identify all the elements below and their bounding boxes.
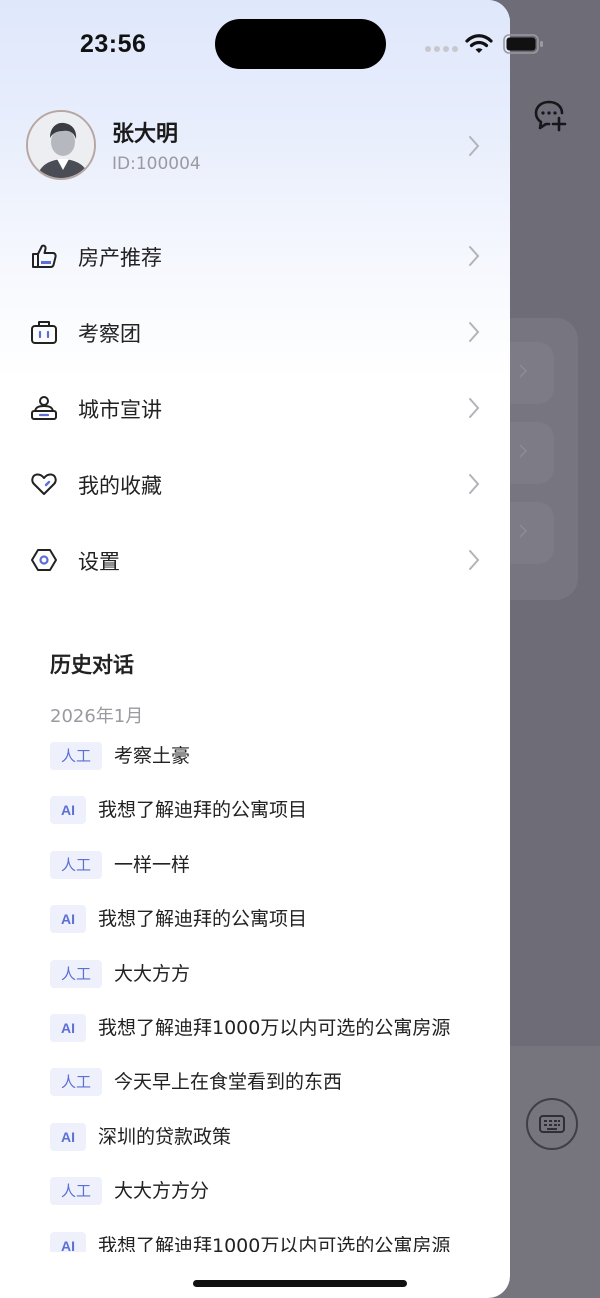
- history-item[interactable]: 人工 今天早上在食堂看到的东西: [50, 1064, 490, 1118]
- profile-row[interactable]: 张大明 ID:100004: [26, 110, 496, 182]
- menu-item-label: 城市宣讲: [78, 398, 162, 422]
- home-indicator[interactable]: [193, 1280, 407, 1287]
- menu-item-label: 我的收藏: [78, 474, 162, 498]
- history-item-text: 我想了解迪拜的公寓项目: [98, 908, 308, 931]
- chevron-right-icon: [469, 246, 480, 266]
- tag-ai: AI: [50, 1013, 86, 1042]
- menu-item-label: 考察团: [78, 322, 141, 346]
- keyboard-icon: [539, 1115, 565, 1133]
- keyboard-toggle-button[interactable]: [526, 1098, 578, 1150]
- menu-item-inspection-group[interactable]: 考察团: [0, 294, 510, 370]
- history-item[interactable]: 人工 大大方方: [50, 956, 490, 1010]
- chevron-right-icon: [469, 322, 480, 342]
- history-item[interactable]: AI 我想了解迪拜1000万以内可选的公寓房源: [50, 1010, 490, 1064]
- tag-ai: AI: [50, 1231, 86, 1252]
- history-item-text: 大大方方: [114, 962, 191, 985]
- menu-item-my-favorites[interactable]: 我的收藏: [0, 446, 510, 522]
- chevron-right-icon: [469, 550, 480, 570]
- history-item[interactable]: AI 我想了解迪拜的公寓项目: [50, 792, 490, 846]
- history-item[interactable]: AI 我想了解迪拜的公寓项目: [50, 901, 490, 955]
- tag-human: 人工: [50, 1068, 102, 1097]
- history-item-text: 我想了解迪拜1000万以内可选的公寓房源: [98, 1234, 451, 1252]
- history-item-text: 我想了解迪拜的公寓项目: [98, 799, 308, 822]
- dynamic-island: [215, 19, 386, 69]
- history-item[interactable]: AI 我想了解迪拜1000万以内可选的公寓房源: [50, 1228, 490, 1252]
- history-list: 人工 考察土豪 AI 我想了解迪拜的公寓项目 人工 一样一样 AI 我想了解迪拜…: [50, 738, 490, 1252]
- history-section-title: 历史对话: [50, 653, 134, 677]
- briefcase-icon: [31, 321, 57, 344]
- signal-icon: [425, 46, 458, 52]
- status-bar: 23:56: [0, 0, 600, 90]
- tag-ai: AI: [50, 905, 86, 934]
- menu-item-label: 设置: [78, 550, 120, 574]
- history-item-text: 我想了解迪拜1000万以内可选的公寓房源: [98, 1016, 451, 1039]
- history-item-text: 大大方方分: [114, 1180, 210, 1203]
- history-item-text: 考察土豪: [114, 745, 191, 767]
- tag-human: 人工: [50, 959, 102, 988]
- history-item-text: 一样一样: [114, 853, 191, 876]
- speaker-person-icon: [31, 396, 57, 420]
- thumbs-up-icon: [32, 244, 57, 268]
- wifi-icon: [465, 34, 493, 53]
- history-item[interactable]: AI 深圳的贷款政策: [50, 1119, 490, 1173]
- menu-item-property-recommend[interactable]: 房产推荐: [0, 218, 510, 294]
- menu-item-label: 房产推荐: [78, 246, 162, 270]
- menu-item-city-presentation[interactable]: 城市宣讲: [0, 370, 510, 446]
- tag-human: 人工: [50, 742, 102, 770]
- new-chat-icon[interactable]: [532, 98, 568, 132]
- tag-ai: AI: [50, 796, 86, 825]
- chevron-right-icon: [469, 136, 480, 156]
- heart-icon: [31, 473, 57, 495]
- drawer-menu: 房产推荐 考察团 城市宣讲 我的收藏 设置: [0, 218, 510, 598]
- tag-human: 人工: [50, 850, 102, 879]
- history-item-text: 今天早上在食堂看到的东西: [114, 1071, 343, 1094]
- battery-icon: [503, 34, 543, 54]
- avatar[interactable]: [26, 110, 96, 180]
- hexagon-settings-icon: [31, 549, 57, 571]
- history-item[interactable]: 人工 大大方方分: [50, 1173, 490, 1227]
- chevron-right-icon: [469, 474, 480, 494]
- user-id: ID:100004: [112, 154, 201, 174]
- chevron-right-icon: [469, 398, 480, 418]
- user-name: 张大明: [112, 122, 179, 147]
- side-drawer: 张大明 ID:100004 房产推荐 考察团 城市宣讲 我的收藏 设置 历史对话…: [0, 0, 510, 1298]
- tag-ai: AI: [50, 1122, 86, 1151]
- tag-human: 人工: [50, 1177, 102, 1206]
- history-item-text: 深圳的贷款政策: [98, 1125, 232, 1148]
- status-time: 23:56: [80, 30, 147, 58]
- user-avatar-icon: [28, 112, 94, 178]
- menu-item-settings[interactable]: 设置: [0, 522, 510, 598]
- history-item[interactable]: 人工 一样一样: [50, 847, 490, 901]
- history-item[interactable]: 人工 考察土豪: [50, 738, 490, 792]
- history-month-label: 2026年1月: [50, 706, 144, 727]
